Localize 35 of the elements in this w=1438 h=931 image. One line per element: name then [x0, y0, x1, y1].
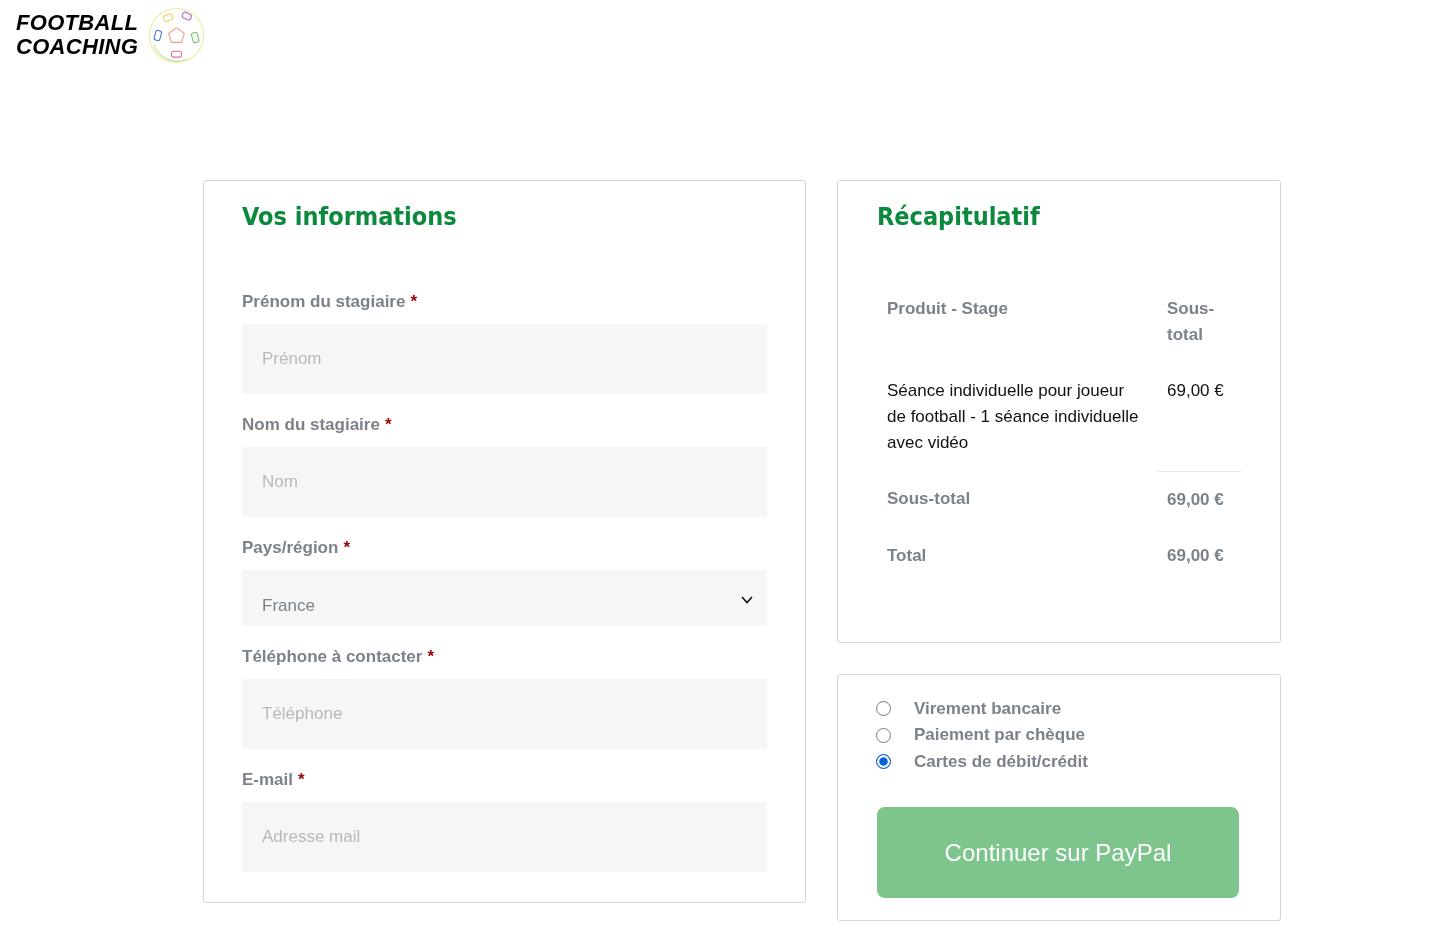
- field-label: Prénom du stagiaire: [242, 291, 406, 313]
- paypal-button[interactable]: Continuer sur PayPal: [877, 807, 1239, 898]
- input-field[interactable]: Téléphone: [242, 679, 767, 749]
- radio-label[interactable]: Virement bancaire: [914, 697, 1062, 720]
- required-asterisk: *: [410, 291, 418, 313]
- radio-label[interactable]: Cartes de débit/crédit: [914, 750, 1088, 773]
- required-asterisk: *: [427, 646, 435, 668]
- column-header: Sous-total: [1167, 299, 1215, 344]
- total-label: Sous-total: [887, 489, 971, 508]
- radio-button[interactable]: [876, 727, 891, 743]
- radio-label[interactable]: Paiement par chèque: [914, 724, 1085, 747]
- field-label: Téléphone à contacter: [242, 646, 423, 668]
- select-field[interactable]: France: [242, 570, 767, 626]
- required-asterisk: *: [384, 414, 392, 436]
- total-value: 69,00 €: [1167, 489, 1224, 509]
- field-label: Pays/région: [242, 537, 339, 559]
- ball-icon: [148, 6, 206, 64]
- section-heading: Récapitulatif: [877, 202, 1040, 232]
- field-label: E-mail: [242, 769, 294, 791]
- price-text: 69,00 €: [1167, 381, 1224, 400]
- required-asterisk: *: [298, 769, 305, 791]
- input-field[interactable]: Adresse mail: [242, 802, 767, 872]
- section-heading: Vos informations: [242, 202, 457, 232]
- chevron-down-icon: [741, 595, 753, 604]
- input-field[interactable]: Prénom: [242, 324, 767, 394]
- logo-wordmark: FOOTBALL COACHING: [16, 11, 139, 59]
- field-label: Nom du stagiaire: [242, 414, 380, 436]
- column-header: Produit - Stage: [887, 299, 1008, 318]
- product-name: Séance individuelle pour joueur de football - 1 séance individuelle avec vidéo: [887, 381, 1139, 452]
- input-field[interactable]: Nom: [242, 447, 767, 517]
- radio-button[interactable]: [876, 754, 891, 770]
- required-asterisk: *: [343, 537, 350, 559]
- total-label: Total: [887, 545, 927, 565]
- radio-button[interactable]: [876, 701, 891, 717]
- total-value: 69,00 €: [1167, 545, 1224, 565]
